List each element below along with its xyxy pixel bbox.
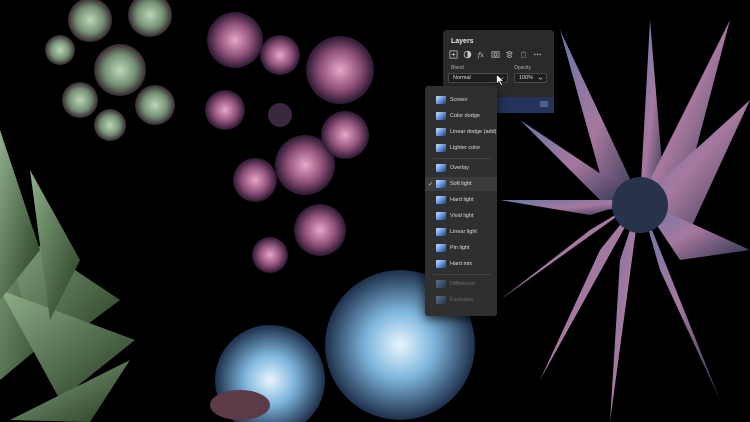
- blend-mode-value: Normal: [453, 75, 471, 81]
- chevron-down-icon: [538, 77, 543, 80]
- menu-divider: [433, 274, 491, 275]
- menu-item-hard-mix[interactable]: Hard mix: [425, 257, 497, 271]
- menu-divider: [433, 158, 491, 159]
- adjustment-icon[interactable]: [461, 48, 473, 60]
- mask-icon[interactable]: [489, 48, 501, 60]
- thumbnail-icon: [436, 196, 446, 204]
- thumbnail-icon: [436, 112, 446, 120]
- drag-handle-icon[interactable]: [540, 101, 548, 107]
- layers-toolbar: fx: [447, 48, 543, 60]
- menu-item-hard-light[interactable]: Hard light: [425, 193, 497, 207]
- succulent-artwork-background: [0, 0, 750, 422]
- thumbnail-icon: [436, 180, 446, 188]
- more-icon[interactable]: [531, 48, 543, 60]
- thumbnail-icon: [436, 128, 446, 136]
- menu-item-vivid-light[interactable]: Vivid light: [425, 209, 497, 223]
- opacity-select[interactable]: 100%: [514, 73, 547, 83]
- menu-item-color-dodge[interactable]: Color dodge: [425, 109, 497, 123]
- blend-label: Blend: [451, 65, 464, 71]
- fx-icon[interactable]: fx: [475, 48, 487, 60]
- thumbnail-icon: [436, 228, 446, 236]
- mouse-cursor-icon: [496, 74, 505, 86]
- thumbnail-icon: [436, 296, 446, 304]
- menu-item-linear-light[interactable]: Linear light: [425, 225, 497, 239]
- layer-stack-icon[interactable]: [503, 48, 515, 60]
- add-layer-icon[interactable]: [447, 48, 459, 60]
- thumbnail-icon: [436, 144, 446, 152]
- menu-item-exclusion[interactable]: Exclusion: [425, 293, 497, 307]
- thumbnail-icon: [436, 96, 446, 104]
- menu-item-screen[interactable]: Screen: [425, 93, 497, 107]
- panel-title: Layers: [451, 38, 474, 45]
- selected-layer-row[interactable]: [497, 97, 554, 113]
- opacity-label: Opacity: [514, 65, 531, 71]
- menu-item-difference[interactable]: Difference: [425, 277, 497, 291]
- menu-item-overlay[interactable]: Overlay: [425, 161, 497, 175]
- menu-item-pin-light[interactable]: Pin light: [425, 241, 497, 255]
- menu-item-soft-light[interactable]: ✓ Soft light: [425, 177, 497, 191]
- delete-icon[interactable]: [517, 48, 529, 60]
- thumbnail-icon: [436, 260, 446, 268]
- blend-mode-menu: Screen Color dodge Linear dodge (add) Li…: [425, 86, 497, 316]
- svg-text:fx: fx: [477, 52, 484, 59]
- checkmark-icon: ✓: [428, 181, 434, 188]
- thumbnail-icon: [436, 164, 446, 172]
- thumbnail-icon: [436, 244, 446, 252]
- menu-item-lighter-color[interactable]: Lighter color: [425, 141, 497, 155]
- thumbnail-icon: [436, 280, 446, 288]
- thumbnail-icon: [436, 212, 446, 220]
- opacity-value: 100%: [519, 75, 534, 81]
- menu-item-linear-dodge[interactable]: Linear dodge (add): [425, 125, 497, 139]
